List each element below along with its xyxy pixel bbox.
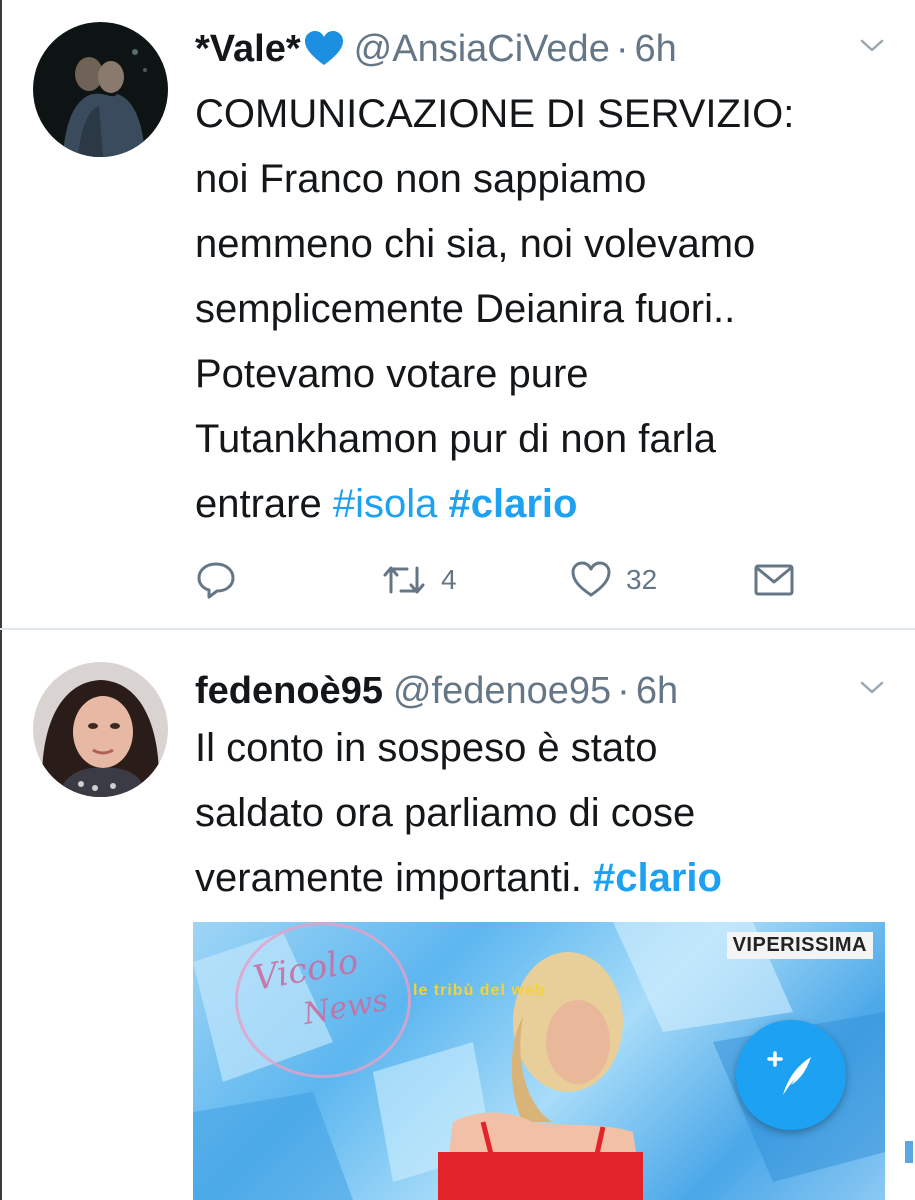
- timestamp[interactable]: 6h: [636, 670, 678, 712]
- tweet-text-line: semplicemente Deianira fuori..: [195, 287, 736, 331]
- user-handle[interactable]: @AnsiaCiVede: [354, 28, 610, 70]
- tweet-header: fedenoè95 @fedenoe95 · 6h: [195, 668, 875, 714]
- tweet-actions: 4 32: [195, 558, 815, 602]
- blue-heart-icon: [304, 31, 343, 65]
- tweet-header: *Vale* @AnsiaCiVede · 6h: [195, 26, 875, 72]
- compose-tweet-button[interactable]: [736, 1020, 846, 1130]
- watermark-logo-secondary: le tribù del web: [413, 982, 546, 999]
- retweet-button[interactable]: 4: [381, 558, 457, 602]
- reply-icon: [197, 562, 235, 599]
- tweet-text-line: veramente importanti. #clario: [195, 846, 895, 911]
- media-source-badge: VIPERISSIMA: [726, 932, 873, 959]
- tweet-text-line: Il conto in sospeso è stato: [195, 726, 658, 770]
- compose-tweet-icon: [767, 1051, 811, 1095]
- hashtag-link[interactable]: #clario: [593, 856, 722, 900]
- reply-button[interactable]: [195, 558, 237, 602]
- chevron-down-icon[interactable]: [859, 38, 885, 54]
- tweet-text: Il conto in sospeso è stato saldato ora …: [195, 716, 895, 911]
- hashtag-link[interactable]: #isola: [333, 482, 438, 526]
- separator-dot: ·: [617, 670, 630, 712]
- tweet-text-line: nemmeno chi sia, noi volevamo: [195, 222, 756, 266]
- tweet-text-fragment: veramente importanti.: [195, 856, 582, 900]
- chevron-down-icon[interactable]: [859, 680, 885, 696]
- display-name[interactable]: *Vale*: [195, 28, 301, 70]
- tweet-text: COMUNICAZIONE DI SERVIZIO: noi Franco no…: [195, 82, 895, 537]
- user-handle[interactable]: @fedenoe95: [393, 670, 611, 712]
- like-icon: [571, 561, 611, 597]
- tweet-text-line: COMUNICAZIONE DI SERVIZIO:: [195, 92, 795, 136]
- tweet-text-line: saldato ora parliamo di cose: [195, 791, 696, 835]
- avatar[interactable]: [33, 662, 168, 797]
- tweet-text-line: noi Franco non sappiamo: [195, 157, 647, 201]
- tweet-text-fragment: entrare: [195, 482, 322, 526]
- avatar[interactable]: [33, 22, 168, 157]
- dm-button[interactable]: [752, 558, 796, 602]
- scrollbar[interactable]: [905, 1141, 913, 1163]
- tweet-card[interactable]: *Vale* @AnsiaCiVede · 6h COMUNICAZIONE DI S…: [0, 0, 915, 628]
- like-count: 32: [626, 564, 658, 595]
- separator-dot: ·: [615, 28, 629, 70]
- tweet-text-line: Tutankhamon pur di non farla: [195, 417, 717, 461]
- display-name[interactable]: fedenoè95: [195, 670, 383, 712]
- tweet-text-line: entrare #isola #clario: [195, 472, 895, 537]
- like-button[interactable]: 32: [570, 558, 657, 602]
- hashtag-link[interactable]: #clario: [449, 482, 578, 526]
- retweet-icon: [383, 566, 425, 594]
- timestamp[interactable]: 6h: [634, 28, 676, 70]
- dm-icon: [754, 564, 794, 596]
- tweet-text-line: Potevamo votare pure: [195, 352, 589, 396]
- retweet-count: 4: [441, 564, 457, 595]
